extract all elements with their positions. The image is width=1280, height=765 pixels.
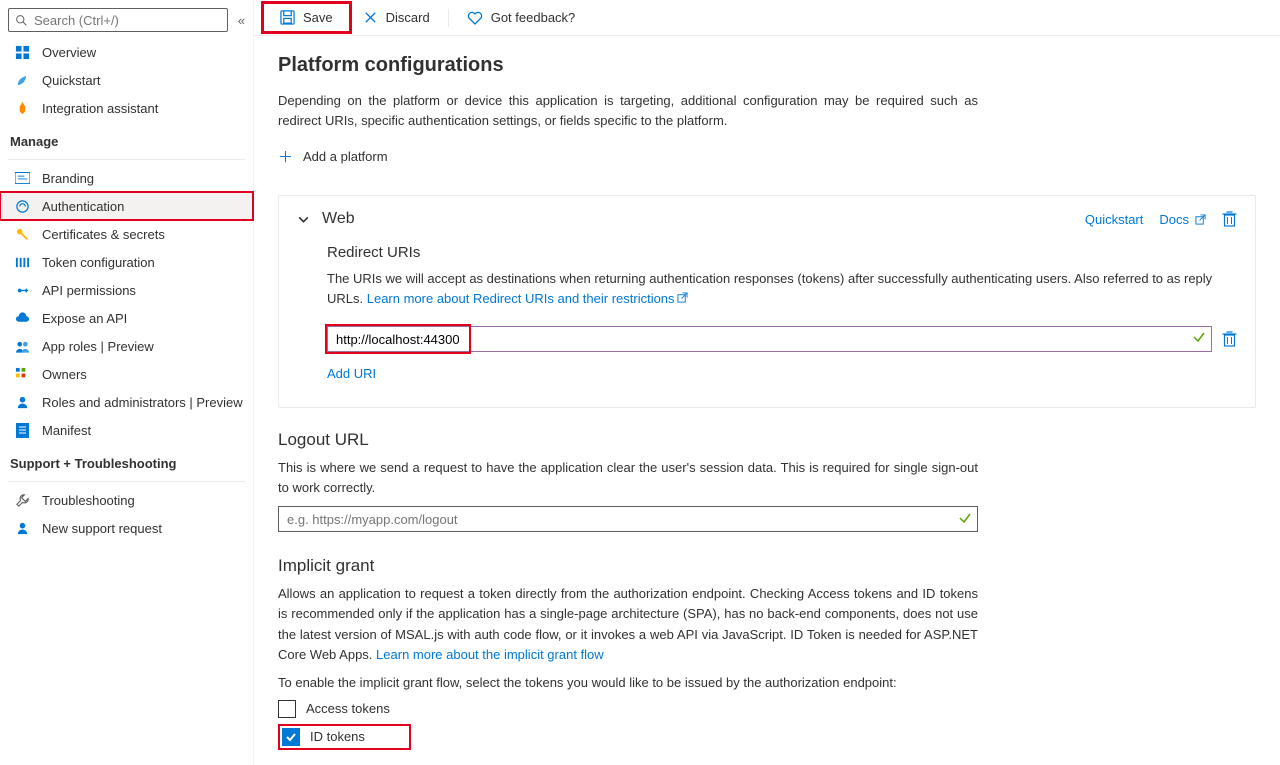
search-input[interactable] xyxy=(34,13,221,28)
sidebar-item-label: API permissions xyxy=(42,283,136,298)
logout-title: Logout URL xyxy=(278,430,1256,450)
delete-platform-icon[interactable] xyxy=(1222,211,1237,227)
sidebar-item-owners[interactable]: Owners xyxy=(0,360,253,388)
sidebar-item-label: Certificates & secrets xyxy=(42,227,165,242)
collapse-sidebar-icon[interactable]: « xyxy=(238,13,245,28)
save-icon xyxy=(280,10,295,25)
sidebar-item-label: Overview xyxy=(42,45,96,60)
search-icon xyxy=(15,14,28,27)
checkbox-unchecked-icon[interactable] xyxy=(278,700,296,718)
toolbar: Save Discard Got feedback? xyxy=(254,0,1280,36)
sidebar-item-manifest[interactable]: Manifest xyxy=(0,416,253,444)
logout-url-input[interactable] xyxy=(278,506,978,532)
sidebar-item-label: Expose an API xyxy=(42,311,127,326)
sidebar-item-label: App roles | Preview xyxy=(42,339,154,354)
discard-label: Discard xyxy=(386,10,430,25)
sidebar-item-quickstart[interactable]: Quickstart xyxy=(0,66,253,94)
cloud-icon xyxy=(14,310,30,326)
feedback-label: Got feedback? xyxy=(491,10,576,25)
people-icon xyxy=(14,338,30,354)
sidebar-item-new-support[interactable]: New support request xyxy=(0,514,253,542)
check-icon xyxy=(1192,330,1206,344)
sidebar-item-certificates[interactable]: Certificates & secrets xyxy=(0,220,253,248)
implicit-learn-more-link[interactable]: Learn more about the implicit grant flow xyxy=(376,647,604,662)
sidebar-item-roles-admins[interactable]: Roles and administrators | Preview xyxy=(0,388,253,416)
branding-icon xyxy=(14,170,30,186)
redirect-uris-description: The URIs we will accept as destinations … xyxy=(327,269,1237,308)
sidebar-item-label: Manifest xyxy=(42,423,91,438)
sidebar: « Overview Quickstart Integration assist… xyxy=(0,0,254,765)
plus-icon: ＋ xyxy=(278,146,293,167)
docs-link[interactable]: Docs xyxy=(1159,212,1206,227)
sidebar-item-label: Quickstart xyxy=(42,73,101,88)
close-icon xyxy=(363,10,378,25)
check-icon xyxy=(958,511,972,525)
implicit-title: Implicit grant xyxy=(278,556,1256,576)
sidebar-item-branding[interactable]: Branding xyxy=(0,164,253,192)
rocket-icon xyxy=(14,100,30,116)
sidebar-item-integration[interactable]: Integration assistant xyxy=(0,94,253,122)
web-title: Web xyxy=(322,210,1085,228)
web-platform-card: Web Quickstart Docs Redirect URIs The UR… xyxy=(278,195,1256,408)
redirect-uri-input[interactable] xyxy=(327,326,1212,352)
quickstart-icon xyxy=(14,72,30,88)
save-label: Save xyxy=(303,10,333,25)
sidebar-item-label: Owners xyxy=(42,367,87,382)
permission-icon xyxy=(14,282,30,298)
checkbox-checked-icon[interactable] xyxy=(282,728,300,746)
logout-description: This is where we send a request to have … xyxy=(278,458,978,498)
sidebar-item-troubleshooting[interactable]: Troubleshooting xyxy=(0,486,253,514)
external-link-icon xyxy=(1195,214,1206,225)
page-title: Platform configurations xyxy=(278,54,1256,77)
chevron-down-icon[interactable] xyxy=(297,213,310,226)
external-link-icon xyxy=(677,292,688,303)
sidebar-item-label: Token configuration xyxy=(42,255,155,270)
support-icon xyxy=(14,520,30,536)
sidebar-item-app-roles[interactable]: App roles | Preview xyxy=(0,332,253,360)
add-platform-label: Add a platform xyxy=(303,149,388,164)
wrench-icon xyxy=(14,492,30,508)
sidebar-section-manage: Manage xyxy=(0,122,253,155)
sidebar-item-token-config[interactable]: Token configuration xyxy=(0,248,253,276)
sidebar-item-label: Integration assistant xyxy=(42,101,158,116)
sidebar-item-label: New support request xyxy=(42,521,162,536)
admin-icon xyxy=(14,394,30,410)
add-platform-button[interactable]: ＋ Add a platform xyxy=(278,146,1256,167)
sidebar-item-authentication[interactable]: Authentication xyxy=(0,192,253,220)
heart-icon xyxy=(467,11,483,25)
key-icon xyxy=(14,226,30,242)
sidebar-item-label: Branding xyxy=(42,171,94,186)
sidebar-item-expose-api[interactable]: Expose an API xyxy=(0,304,253,332)
quickstart-link[interactable]: Quickstart xyxy=(1085,212,1144,227)
redirect-uris-title: Redirect URIs xyxy=(327,244,1237,261)
sidebar-item-label: Roles and administrators | Preview xyxy=(42,395,243,410)
page-description: Depending on the platform or device this… xyxy=(278,91,978,130)
feedback-button[interactable]: Got feedback? xyxy=(457,6,586,29)
redirect-learn-more-link[interactable]: Learn more about Redirect URIs and their… xyxy=(367,291,688,306)
authentication-icon xyxy=(14,198,30,214)
sidebar-section-support: Support + Troubleshooting xyxy=(0,444,253,477)
sidebar-item-label: Authentication xyxy=(42,199,124,214)
sidebar-item-overview[interactable]: Overview xyxy=(0,38,253,66)
implicit-enable-text: To enable the implicit grant flow, selec… xyxy=(278,675,1256,690)
id-tokens-label: ID tokens xyxy=(310,729,365,744)
implicit-description: Allows an application to request a token… xyxy=(278,584,978,665)
access-tokens-label: Access tokens xyxy=(306,701,390,716)
owners-icon xyxy=(14,366,30,382)
discard-button[interactable]: Discard xyxy=(353,6,440,29)
manifest-icon xyxy=(14,422,30,438)
sidebar-item-label: Troubleshooting xyxy=(42,493,135,508)
delete-uri-icon[interactable] xyxy=(1222,331,1237,347)
token-icon xyxy=(14,254,30,270)
search-box[interactable] xyxy=(8,8,228,32)
sidebar-item-api-permissions[interactable]: API permissions xyxy=(0,276,253,304)
access-tokens-checkbox-row[interactable]: Access tokens xyxy=(278,700,1256,718)
overview-icon xyxy=(14,44,30,60)
save-button[interactable]: Save xyxy=(270,6,343,29)
add-uri-link[interactable]: Add URI xyxy=(327,366,1237,381)
id-tokens-checkbox-row[interactable]: ID tokens xyxy=(282,728,365,746)
